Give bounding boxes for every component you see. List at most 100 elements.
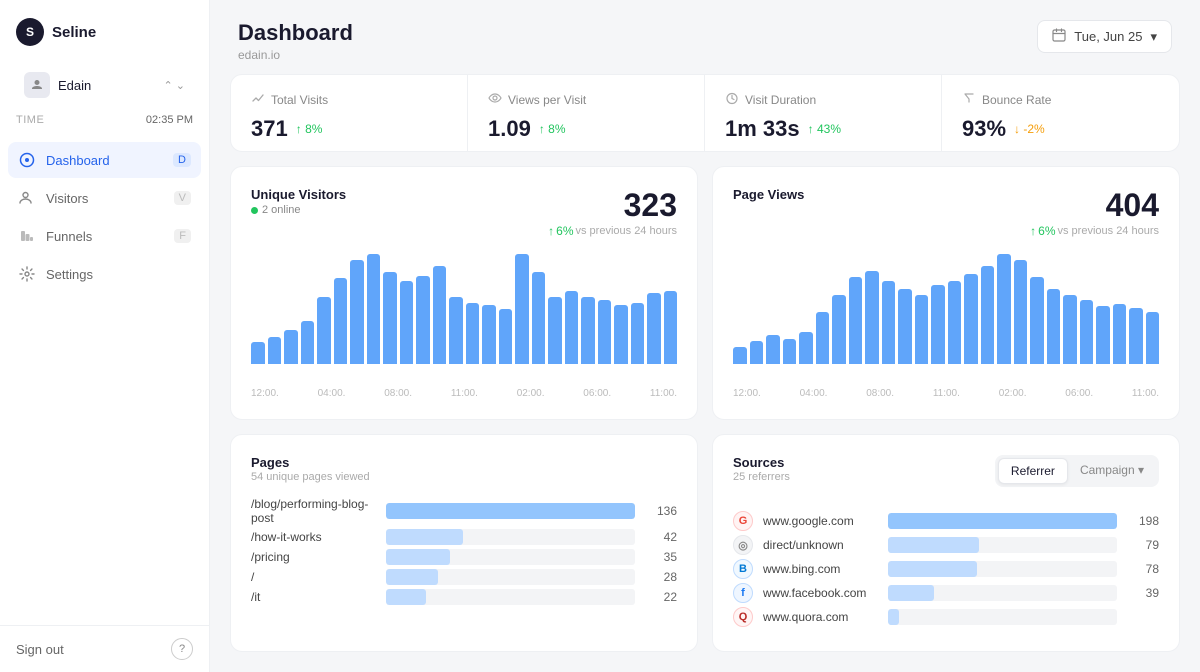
sources-subtitle: 25 referrers: [733, 471, 790, 483]
bar[interactable]: [515, 254, 529, 364]
bar[interactable]: [268, 337, 282, 364]
bar[interactable]: [849, 277, 863, 364]
help-button[interactable]: ?: [171, 638, 193, 660]
table-row: / 28: [251, 569, 677, 585]
bar[interactable]: [466, 303, 480, 364]
bar[interactable]: [750, 341, 764, 364]
bar[interactable]: [400, 281, 414, 364]
bar[interactable]: [301, 321, 315, 364]
stat-change-duration: ↑ 43%: [808, 122, 841, 136]
bar[interactable]: [1129, 308, 1143, 364]
user-name: Edain: [58, 78, 156, 93]
page-bar: [386, 529, 463, 545]
settings-label: Settings: [46, 267, 191, 282]
dashboard-icon: [18, 151, 36, 169]
dashboard-label: Dashboard: [46, 153, 163, 168]
bar[interactable]: [449, 297, 463, 364]
sidebar-item-settings[interactable]: Settings: [8, 256, 201, 292]
pv-chart-labels: 12:00. 04:00. 08:00. 11:00. 02:00. 06:00…: [733, 388, 1159, 399]
bar[interactable]: [1096, 306, 1110, 364]
bar[interactable]: [964, 274, 978, 364]
bar[interactable]: [865, 271, 879, 364]
bar[interactable]: [598, 300, 612, 364]
page-bar: [386, 589, 426, 605]
user-switcher[interactable]: Edain ⌃ ⌄: [8, 64, 201, 106]
sidebar-item-funnels[interactable]: Funnels F: [8, 218, 201, 254]
main-nav: Dashboard D Visitors V Funnels F Setting…: [0, 138, 209, 625]
funnels-label: Funnels: [46, 229, 164, 244]
bar[interactable]: [816, 312, 830, 364]
unique-visitors-chart: Unique Visitors 2 online 323 ↑ 6% vs pre…: [230, 166, 698, 420]
bar[interactable]: [350, 260, 364, 364]
sidebar-item-visitors[interactable]: Visitors V: [8, 180, 201, 216]
bar[interactable]: [284, 330, 298, 364]
source-bar: [888, 585, 934, 601]
bar[interactable]: [664, 291, 678, 364]
bar[interactable]: [565, 291, 579, 364]
sources-table: Sources 25 referrers Referrer Campaign ▾…: [712, 434, 1180, 652]
bar[interactable]: [482, 305, 496, 364]
bar[interactable]: [334, 278, 348, 364]
bar[interactable]: [799, 332, 813, 364]
source-bar: [888, 513, 1117, 529]
bar[interactable]: [433, 266, 447, 364]
bar[interactable]: [997, 254, 1011, 364]
tab-campaign[interactable]: Campaign ▾: [1068, 458, 1156, 484]
page-views-chart: Page Views 404 ↑ 6% vs previous 24 hours…: [712, 166, 1180, 420]
bar[interactable]: [614, 305, 628, 364]
page-bar: [386, 569, 438, 585]
page-label: /blog/performing-blog-post: [251, 497, 376, 525]
logo: S Seline: [0, 0, 209, 60]
source-count: 198: [1127, 514, 1159, 528]
page-header: Dashboard edain.io Tue, Jun 25 ▾: [210, 0, 1200, 74]
date-picker[interactable]: Tue, Jun 25 ▾: [1037, 20, 1172, 53]
bar[interactable]: [1047, 289, 1061, 364]
tab-referrer[interactable]: Referrer: [998, 458, 1068, 484]
pages-list: /blog/performing-blog-post 136 /how-it-w…: [251, 497, 677, 605]
sidebar-item-dashboard[interactable]: Dashboard D: [8, 142, 201, 178]
page-bar-wrap: [386, 589, 635, 605]
bar[interactable]: [948, 281, 962, 364]
page-bar-wrap: [386, 529, 635, 545]
page-bar-wrap: [386, 569, 635, 585]
page-count: 35: [645, 550, 677, 564]
bar[interactable]: [882, 281, 896, 364]
bar[interactable]: [1146, 312, 1160, 364]
bar[interactable]: [1030, 277, 1044, 364]
bar[interactable]: [499, 309, 513, 364]
bar[interactable]: [383, 272, 397, 364]
page-views-bar-chart: [733, 254, 1159, 384]
total-visits-icon: [251, 91, 265, 108]
bar[interactable]: [981, 266, 995, 364]
bar[interactable]: [631, 303, 645, 364]
bar[interactable]: [832, 295, 846, 364]
bar[interactable]: [548, 297, 562, 364]
bar[interactable]: [1014, 260, 1028, 364]
list-item: f www.facebook.com 39: [733, 583, 1159, 603]
bar[interactable]: [416, 276, 430, 364]
bar[interactable]: [783, 339, 797, 364]
bar[interactable]: [766, 335, 780, 364]
unique-visitors-title: Unique Visitors: [251, 187, 346, 202]
stat-change-views: ↑ 8%: [539, 122, 566, 136]
bar[interactable]: [733, 347, 747, 364]
bar[interactable]: [1063, 295, 1077, 364]
uv-chart-labels: 12:00. 04:00. 08:00. 11:00. 02:00. 06:00…: [251, 388, 677, 399]
bar[interactable]: [532, 272, 546, 364]
chevron-icon: ⌃ ⌄: [164, 79, 186, 92]
source-count: 39: [1127, 586, 1159, 600]
bar[interactable]: [581, 297, 595, 364]
visitors-label: Visitors: [46, 191, 164, 206]
bar[interactable]: [1113, 304, 1127, 364]
bar[interactable]: [251, 342, 265, 364]
bar[interactable]: [915, 295, 929, 364]
bar[interactable]: [317, 297, 331, 364]
sign-out-button[interactable]: Sign out: [16, 642, 64, 657]
bar[interactable]: [898, 289, 912, 364]
source-bar-wrap: [888, 513, 1117, 529]
main-content: Dashboard edain.io Tue, Jun 25 ▾ Total V…: [210, 0, 1200, 672]
bar[interactable]: [1080, 300, 1094, 364]
bar[interactable]: [367, 254, 381, 364]
bar[interactable]: [931, 285, 945, 364]
bar[interactable]: [647, 293, 661, 364]
